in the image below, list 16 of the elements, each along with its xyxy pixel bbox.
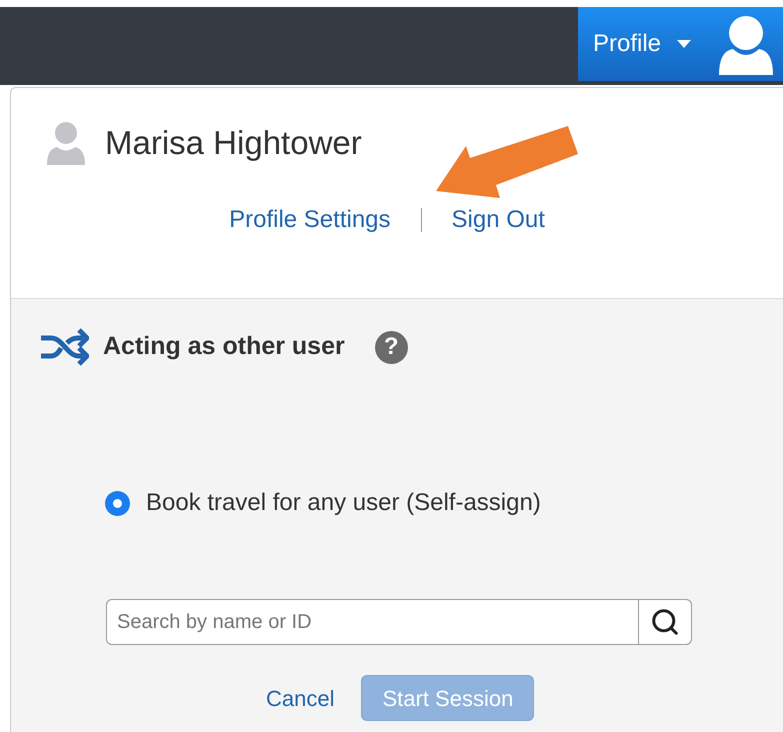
avatar-icon — [719, 13, 774, 75]
sign-out-link[interactable]: Sign Out — [452, 202, 545, 238]
section-title: Acting as other user — [103, 331, 345, 362]
user-name: Marisa Hightower — [105, 123, 362, 163]
search-input[interactable]: Search by name or ID — [107, 600, 638, 644]
profile-button[interactable]: Profile — [578, 7, 783, 81]
search-button[interactable] — [639, 599, 692, 645]
shuffle-icon — [41, 327, 89, 367]
avatar-icon — [47, 120, 85, 165]
caret-icon — [677, 40, 692, 48]
profile-settings-link[interactable]: Profile Settings — [229, 202, 391, 238]
radio-option[interactable]: Book travel for any user (Self-assign) — [105, 485, 783, 521]
cancel-link[interactable]: Cancel — [266, 682, 334, 714]
radio-button[interactable] — [105, 490, 130, 516]
help-icon[interactable]: ? — [374, 330, 408, 364]
search-icon — [650, 607, 680, 637]
